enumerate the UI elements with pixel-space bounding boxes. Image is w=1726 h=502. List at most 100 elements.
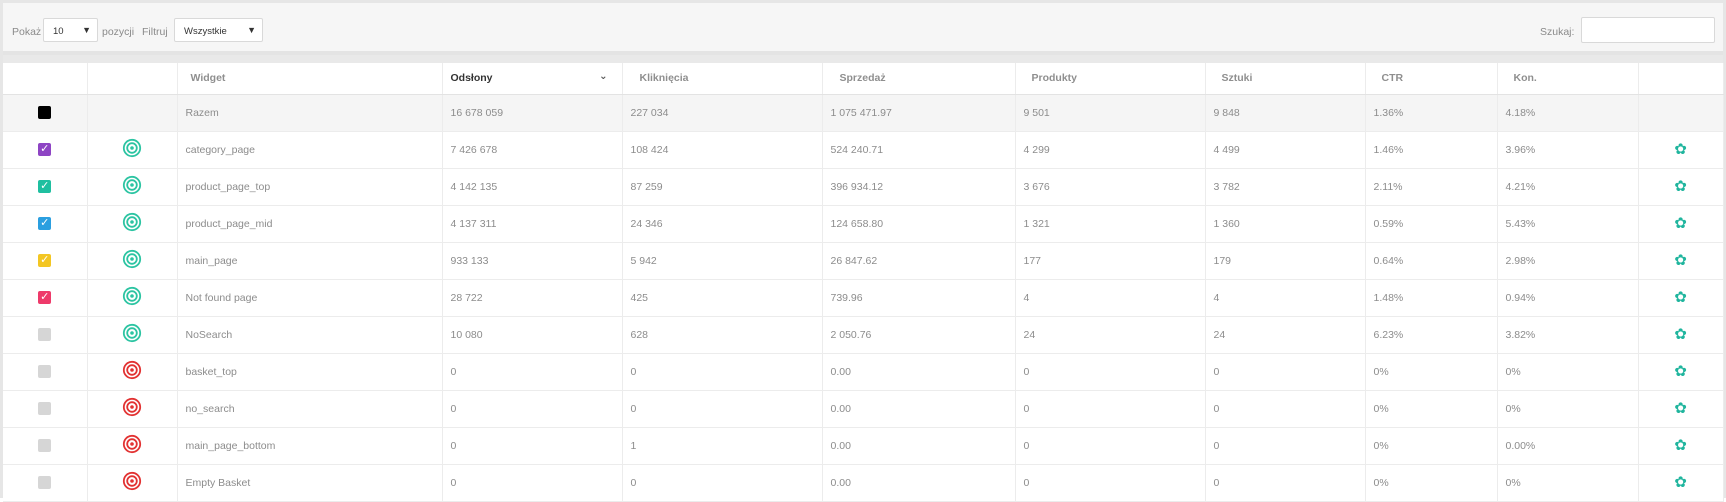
pieces-value: 4 499 [1205,131,1366,169]
select-all-checkbox[interactable] [38,106,52,119]
gear-icon[interactable]: ✿ [1674,326,1687,343]
target-active-icon[interactable] [122,323,142,346]
clicks-value: 108 424 [622,131,823,169]
gear-icon[interactable]: ✿ [1674,437,1687,454]
gear-icon[interactable]: ✿ [1674,215,1687,232]
gear-icon[interactable]: ✿ [1674,289,1687,306]
show-label: Pokaż [12,26,42,38]
filter-value: Wszystkie [184,26,227,37]
target-active-icon[interactable] [122,212,142,235]
ctr-value: 2.11% [1365,168,1498,206]
row-actions-cell: ✿ [1638,131,1724,169]
row-status-cell [87,279,178,317]
row-checkbox[interactable]: ✓ [38,217,52,230]
search-input[interactable] [1581,17,1715,43]
ctr-value: 0.59% [1365,205,1498,243]
sales-value: 26 847.62 [822,242,1016,280]
clicks-value: 425 [622,279,823,317]
target-inactive-icon[interactable] [122,471,142,494]
gear-icon[interactable]: ✿ [1674,474,1687,491]
widget-name: no_search [177,390,443,428]
col-views[interactable]: Odsłony ⌄ [442,63,623,95]
target-active-icon[interactable] [122,249,142,272]
row-actions-cell: ✿ [1638,242,1724,280]
total-views: 16 678 059 [442,94,623,132]
sales-value: 124 658.80 [822,205,1016,243]
row-select-cell: ✓ [3,131,88,169]
row-checkbox[interactable] [38,365,52,378]
row-status-cell [87,205,178,243]
table-row: basket_top 0 0 0.00 0 0 0% 0% ✿ [3,353,1724,391]
clicks-value: 24 346 [622,205,823,243]
ctr-value: 1.48% [1365,279,1498,317]
ctr-value: 0.64% [1365,242,1498,280]
sales-value: 396 934.12 [822,168,1016,206]
row-checkbox[interactable]: ✓ [38,291,52,304]
sales-value: 0.00 [822,464,1016,502]
row-checkbox[interactable] [38,402,52,415]
row-status-cell [87,427,178,465]
col-conv[interactable]: Kon. [1497,63,1639,95]
target-active-icon[interactable] [122,286,142,309]
target-active-icon[interactable] [122,175,142,198]
col-clicks[interactable]: Kliknięcia [622,63,823,95]
col-actions [1638,63,1724,95]
gear-icon[interactable]: ✿ [1674,400,1687,417]
row-select-cell [3,316,88,354]
clicks-value: 5 942 [622,242,823,280]
products-value: 3 676 [1015,168,1206,206]
row-select-cell [3,353,88,391]
target-active-icon[interactable] [122,138,142,161]
target-inactive-icon[interactable] [122,360,142,383]
total-name: Razem [177,94,443,132]
products-value: 4 299 [1015,131,1206,169]
conversion-value: 3.82% [1497,316,1639,354]
products-value: 4 [1015,279,1206,317]
col-widget[interactable]: Widget [177,63,443,95]
views-value: 7 426 678 [442,131,623,169]
row-checkbox[interactable] [38,328,52,341]
row-status-cell [87,316,178,354]
row-status-cell [87,242,178,280]
total-sales: 1 075 471.97 [822,94,1016,132]
row-select-cell: ✓ [3,279,88,317]
col-ctr[interactable]: CTR [1365,63,1498,95]
total-conv: 4.18% [1497,94,1639,132]
filter-label: Filtruj [142,26,168,38]
table-row: ✓ Not found page 28 722 425 739.96 4 4 1.48% 0.9… [3,279,1724,317]
conversion-value: 5.43% [1497,205,1639,243]
target-inactive-icon[interactable] [122,434,142,457]
row-checkbox[interactable]: ✓ [38,254,52,267]
ctr-value: 0% [1365,427,1498,465]
row-checkbox[interactable]: ✓ [38,143,52,156]
conversion-value: 0% [1497,390,1639,428]
widget-name: main_page [177,242,443,280]
row-status-cell [87,168,178,206]
widget-name: product_page_top [177,168,443,206]
col-pieces[interactable]: Sztuki [1205,63,1366,95]
clicks-value: 0 [622,464,823,502]
row-select-cell [3,464,88,502]
caret-down-icon: ▼ [247,25,256,35]
gear-icon[interactable]: ✿ [1674,178,1687,195]
gear-icon[interactable]: ✿ [1674,363,1687,380]
views-value: 0 [442,427,623,465]
products-value: 177 [1015,242,1206,280]
gear-icon[interactable]: ✿ [1674,141,1687,158]
row-checkbox[interactable] [38,439,52,452]
caret-down-icon: ▼ [82,25,91,35]
row-status-cell [87,131,178,169]
row-select-cell: ✓ [3,242,88,280]
col-sales[interactable]: Sprzedaż [822,63,1016,95]
page-size-select[interactable]: 10 ▼ [43,18,98,42]
row-checkbox[interactable] [38,476,52,489]
filter-select[interactable]: Wszystkie ▼ [174,18,263,42]
sales-value: 0.00 [822,390,1016,428]
gear-icon[interactable]: ✿ [1674,252,1687,269]
pieces-value: 179 [1205,242,1366,280]
widget-name: product_page_mid [177,205,443,243]
ctr-value: 0% [1365,353,1498,391]
row-checkbox[interactable]: ✓ [38,180,52,193]
col-products[interactable]: Produkty [1015,63,1206,95]
target-inactive-icon[interactable] [122,397,142,420]
